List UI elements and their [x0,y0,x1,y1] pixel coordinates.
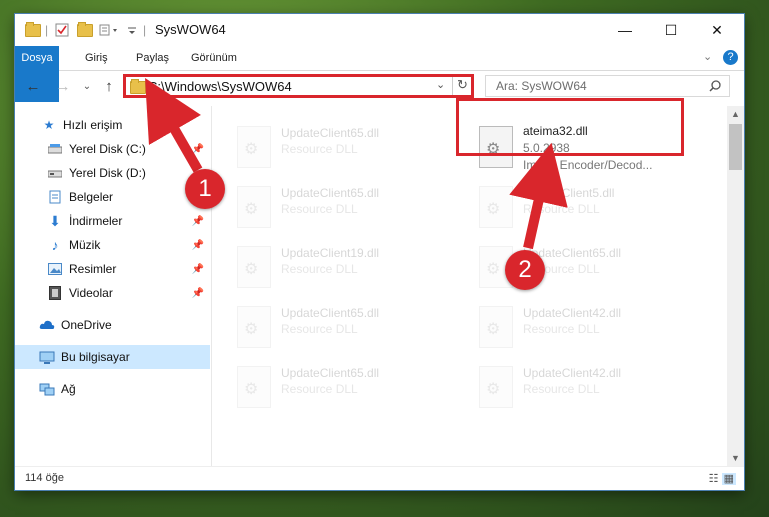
sidebar-item-music[interactable]: ♪ Müzik 📌 [15,233,210,257]
refresh-icon[interactable]: ↻ [457,77,468,93]
dll-file-icon [237,366,271,408]
new-folder-icon[interactable] [77,21,93,38]
search-placeholder: Ara: SysWOW64 [496,79,587,93]
maximize-button[interactable]: ☐ [648,14,694,46]
tab-view[interactable]: Görünüm [181,46,247,70]
download-icon: ⬇ [49,212,61,229]
pin-icon[interactable]: 📌 [192,240,204,251]
tab-home[interactable]: Giriş [75,46,118,70]
dll-file-icon [237,126,271,168]
address-bar[interactable]: C:\Windows\SysWOW64 ⌄ ↻ [123,74,474,98]
back-button[interactable]: ← [23,77,43,97]
address-path[interactable]: C:\Windows\SysWOW64 [148,79,292,94]
scroll-thumb[interactable] [729,124,742,170]
customize-toolbar-icon[interactable] [99,22,121,38]
dll-file-icon [237,186,271,228]
videos-icon [47,286,63,300]
quick-access-dropdown-icon[interactable] [127,22,137,38]
sidebar-item-documents[interactable]: Belgeler [15,185,210,209]
target-highlight-box [456,98,684,156]
computer-icon [39,350,55,364]
scroll-down-icon[interactable]: ▼ [727,450,744,466]
list-item[interactable]: UpdateClient19.dll Resource DLL [233,240,463,296]
ribbon-expand-icon[interactable]: ⌄ [703,50,712,63]
cloud-icon [39,318,55,332]
details-view-icon[interactable]: ☷ [709,473,719,485]
view-toggle[interactable]: ☷ ▦ [709,472,736,485]
sidebar-item-local-disk-c[interactable]: Yerel Disk (C:) 📌 [15,137,210,161]
file-list: UpdateClient65.dll Resource DLL UpdateCl… [213,106,725,466]
navigation-pane: ★ Hızlı erişim Yerel Disk (C:) 📌 Yerel D… [15,106,210,466]
list-item[interactable]: UpdateClient5.dll Resource DLL [475,180,705,236]
help-icon[interactable]: ? [723,50,738,65]
folder-icon [130,79,146,94]
pin-icon[interactable]: 📌 [192,216,204,227]
step-badge-1: 1 [185,169,225,209]
sidebar-item-onedrive[interactable]: OneDrive [15,313,210,337]
window-title: SysWOW64 [155,22,226,37]
dll-file-icon [479,306,513,348]
dll-file-icon [479,186,513,228]
up-button[interactable]: ↑ [99,77,119,97]
title-bar: | | SysWOW64 — ☐ ✕ [15,14,744,46]
search-input[interactable]: Ara: SysWOW64 [485,75,730,97]
sidebar-item-quick-access[interactable]: ★ Hızlı erişim [15,113,210,137]
sidebar-item-videos[interactable]: Videolar 📌 [15,281,210,305]
list-item[interactable]: UpdateClient65.dll Resource DLL [233,120,463,176]
close-button[interactable]: ✕ [694,14,740,46]
dll-file-icon [237,246,271,288]
pin-icon[interactable]: 📌 [192,264,204,275]
drive-icon [47,142,63,156]
documents-icon [47,190,63,204]
dll-file-icon [479,366,513,408]
network-icon [39,382,55,396]
pin-icon[interactable]: 📌 [192,144,204,155]
list-item[interactable]: UpdateClient65.dll Resource DLL [233,300,463,356]
drive-icon [47,166,63,180]
step-badge-2: 2 [505,250,545,290]
large-icons-view-icon[interactable]: ▦ [721,473,736,485]
file-description: Image Encoder/Decod... [523,158,653,172]
sidebar-item-this-pc[interactable]: Bu bilgisayar [15,345,210,369]
vertical-scrollbar[interactable]: ▲ ▼ [727,106,744,466]
sidebar-item-downloads[interactable]: ⬇ İndirmeler 📌 [15,209,210,233]
scroll-up-icon[interactable]: ▲ [727,106,744,122]
search-icon[interactable] [709,80,721,92]
folder-icon [25,21,41,38]
item-count: 114 öğe [25,472,64,484]
pictures-icon [47,262,63,276]
dll-file-icon [237,306,271,348]
music-icon: ♪ [51,237,59,253]
list-item[interactable]: UpdateClient65.dll Resource DLL [233,180,463,236]
properties-icon[interactable] [55,22,69,38]
list-item[interactable]: UpdateClient42.dll Resource DLL [475,300,705,356]
sidebar-item-local-disk-d[interactable]: Yerel Disk (D:) [15,161,210,185]
ribbon-tabs: Dosya Giriş Paylaş Görünüm ⌄ ? [15,46,744,102]
forward-button[interactable]: → [53,77,73,97]
list-item[interactable]: UpdateClient42.dll Resource DLL [475,360,705,416]
explorer-window: | | SysWOW64 — ☐ ✕ Dosya Giriş Paylaş Gö… [15,14,744,490]
status-bar: 114 öğe ☷ ▦ [15,466,744,491]
recent-locations-icon[interactable]: ⌄ [77,77,97,97]
tab-share[interactable]: Paylaş [126,46,179,70]
sidebar-item-pictures[interactable]: Resimler 📌 [15,257,210,281]
sidebar-item-network[interactable]: Ağ [15,377,210,401]
pin-icon[interactable]: 📌 [192,288,204,299]
star-icon: ★ [43,118,55,132]
address-dropdown-icon[interactable]: ⌄ [436,78,445,91]
minimize-button[interactable]: — [602,14,648,46]
list-item[interactable]: UpdateClient65.dll Resource DLL [233,360,463,416]
